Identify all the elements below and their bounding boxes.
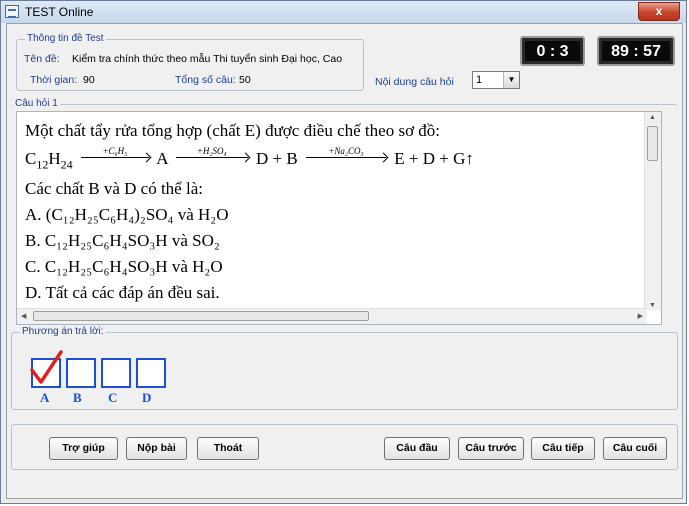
reaction-arrow-1: +C₆H₅ xyxy=(80,146,149,158)
time-value: 90 xyxy=(83,74,95,86)
app-icon xyxy=(5,5,19,18)
total-questions-label: Tổng số câu: xyxy=(175,74,236,86)
question-progress-counter: 0 : 3 xyxy=(520,36,585,66)
exam-name-label: Tên đề: xyxy=(24,53,60,65)
question-content-panel[interactable]: Một chất tẩy rửa tổng hợp (chất E) được … xyxy=(16,111,662,325)
condition-3: +Na₂CO₃ xyxy=(328,146,364,156)
condition-1: +C₆H₅ xyxy=(102,146,128,156)
submit-button[interactable]: Nộp bài xyxy=(126,437,187,460)
answers-legend: Phương án trả lời: xyxy=(20,326,106,337)
answer-checkbox-a[interactable] xyxy=(30,350,63,388)
option-b-text: B. C₁₂H₂₅C₆H₄SO₃H và SO₂ xyxy=(25,231,220,250)
start-sub1: 12 xyxy=(36,157,49,172)
window-title: TEST Online xyxy=(25,5,94,19)
time-remaining-value: 89 : 57 xyxy=(602,41,670,61)
answer-label-b: B xyxy=(73,390,82,405)
question-selector-label: Nội dung câu hỏi xyxy=(375,76,454,88)
arrow-right-icon xyxy=(305,157,386,158)
question-selector-value: 1 xyxy=(476,74,483,86)
reaction-arrow-3: +Na₂CO₃ xyxy=(305,146,386,158)
product-2: D + B xyxy=(256,149,298,168)
close-button[interactable]: x xyxy=(638,2,680,21)
reaction-scheme: C12H24 +C₆H₅ A +H₂SO₄ D + B +Na₂CO₃ E + … xyxy=(25,146,645,176)
chevron-down-icon[interactable]: ▼ xyxy=(503,72,519,88)
vertical-scrollbar[interactable]: ▲ ▼ xyxy=(644,112,661,310)
answer-label-a: A xyxy=(40,390,50,405)
option-a-text: A. (C₁₂H₂₅C₆H₄)₂SO₄ và H₂O xyxy=(25,205,229,224)
scroll-down-icon[interactable]: ▼ xyxy=(649,302,656,309)
answer-label-c: C xyxy=(108,390,118,405)
question-selector-dropdown[interactable]: 1 ▼ xyxy=(472,71,520,89)
exit-button[interactable]: Thoát xyxy=(197,437,259,460)
option-d-text: D. Tất cả các đáp án đều sai. xyxy=(25,283,220,302)
exam-name-value: Kiểm tra chính thức theo mẫu Thi tuyển s… xyxy=(72,53,343,65)
answer-label-d: D xyxy=(142,390,152,405)
arrow-right-icon xyxy=(80,157,149,158)
horizontal-scrollbar[interactable]: ◀ ▶ xyxy=(17,308,647,324)
product-1: A xyxy=(156,149,168,168)
test-info-legend: Thông tin đề Test xyxy=(25,33,106,44)
condition-2: +H₂SO₄ xyxy=(196,146,227,156)
gas-up-arrow-icon: ↑ xyxy=(465,149,474,168)
question-legend: Câu hỏi 1 xyxy=(13,98,60,109)
test-online-window: TEST Online x Thông tin đề Test Tên đề: … xyxy=(0,0,687,504)
scroll-right-icon[interactable]: ▶ xyxy=(638,312,643,320)
answer-checkbox-b[interactable] xyxy=(66,358,96,388)
help-button[interactable]: Trợ giúp xyxy=(49,437,118,460)
horizontal-scroll-thumb[interactable] xyxy=(33,311,369,321)
timer-counter: 89 : 57 xyxy=(597,36,675,66)
scroll-up-icon[interactable]: ▲ xyxy=(649,114,656,121)
product-3: E + D + G xyxy=(394,149,466,168)
start-sub2: 24 xyxy=(60,157,73,172)
reaction-arrow-2: +H₂SO₄ xyxy=(175,146,248,158)
start-main: C xyxy=(25,149,37,168)
scroll-left-icon[interactable]: ◀ xyxy=(21,312,26,320)
question-line-1: Một chất tẩy rửa tổng hợp (chất E) được … xyxy=(25,121,441,140)
question-line-3: Các chất B và D có thể là: xyxy=(25,179,203,198)
vertical-scroll-thumb[interactable] xyxy=(647,126,658,161)
time-label: Thời gian: xyxy=(30,74,78,86)
answer-checkbox-c[interactable] xyxy=(101,358,131,388)
previous-question-button[interactable]: Câu trước xyxy=(458,437,524,460)
check-mark-icon xyxy=(30,350,63,384)
title-bar[interactable]: TEST Online x xyxy=(1,1,686,23)
last-question-button[interactable]: Câu cuối xyxy=(603,437,667,460)
question-progress-value: 0 : 3 xyxy=(525,41,580,61)
test-info-group: Thông tin đề Test Tên đề: Kiểm tra chính… xyxy=(16,33,364,91)
start-mid: H xyxy=(48,149,61,168)
question-text: Một chất tẩy rửa tổng hợp (chất E) được … xyxy=(25,118,645,306)
next-question-button[interactable]: Câu tiếp xyxy=(531,437,595,460)
arrow-right-icon xyxy=(175,157,248,158)
total-questions-value: 50 xyxy=(239,74,251,86)
scheme-start: C12H24 xyxy=(25,149,73,172)
answer-checkbox-d[interactable] xyxy=(136,358,166,388)
option-c-text: C. C₁₂H₂₅C₆H₄SO₃H và H₂O xyxy=(25,257,223,276)
first-question-button[interactable]: Câu đầu xyxy=(384,437,450,460)
